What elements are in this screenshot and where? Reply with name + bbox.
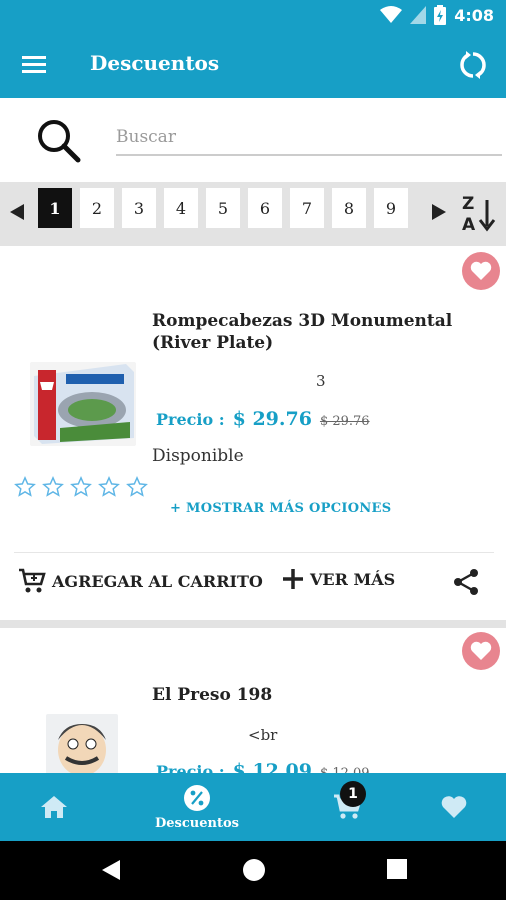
product-image[interactable] <box>46 714 118 774</box>
home-button-icon[interactable] <box>242 858 266 882</box>
add-to-cart-button[interactable]: AGREGAR AL CARRITO <box>18 568 263 594</box>
page-title: Descuentos <box>90 51 220 75</box>
recents-icon[interactable] <box>386 858 408 880</box>
heart-icon <box>470 261 492 280</box>
page-6[interactable]: 6 <box>248 188 282 228</box>
heart-icon <box>441 796 467 818</box>
add-to-cart-label: AGREGAR AL CARRITO <box>52 571 263 591</box>
show-more-options-link[interactable]: + MOSTRAR MÁS OPCIONES <box>170 501 391 516</box>
nav-cart[interactable]: 1 <box>318 773 378 841</box>
battery-icon <box>434 5 447 25</box>
nav-home[interactable] <box>20 773 88 841</box>
page-1[interactable]: 1 <box>38 188 72 228</box>
star-icon[interactable] <box>126 476 148 498</box>
view-more-label: VER MÁS <box>310 569 396 589</box>
page-2[interactable]: 2 <box>80 188 114 228</box>
price-label: Precio : <box>156 410 225 429</box>
page-list: 1 2 3 4 5 6 7 8 9 <box>38 188 408 228</box>
product-title[interactable]: El Preso 198 <box>152 684 492 706</box>
back-icon[interactable] <box>100 858 122 882</box>
rating-stars[interactable] <box>14 476 148 498</box>
wifi-icon <box>380 6 403 23</box>
cart-count-badge: 1 <box>340 781 366 807</box>
star-icon[interactable] <box>98 476 120 498</box>
search-input[interactable] <box>116 120 502 156</box>
availability-status: Disponible <box>152 446 244 466</box>
product-quantity: 3 <box>316 372 326 390</box>
plus-icon <box>283 569 303 589</box>
refresh-icon[interactable] <box>458 50 488 80</box>
price-row: Precio : $ 29.76 $ 29.76 <box>156 408 370 430</box>
status-bar: 4:08 <box>0 0 506 32</box>
page-3[interactable]: 3 <box>122 188 156 228</box>
bottom-navigation: Descuentos 1 <box>0 773 506 841</box>
view-more-button[interactable]: VER MÁS <box>282 568 395 590</box>
prev-page-icon[interactable] <box>6 198 28 226</box>
product-title[interactable]: Rompecabezas 3D Monumental (River Plate) <box>152 310 492 354</box>
old-price: $ 29.76 <box>319 414 370 429</box>
page-4[interactable]: 4 <box>164 188 198 228</box>
next-page-icon[interactable] <box>428 198 450 226</box>
home-icon <box>41 796 67 818</box>
search-icon[interactable] <box>34 116 84 166</box>
sort-za-icon[interactable]: Z A <box>460 192 496 234</box>
app-bar: Descuentos <box>0 32 506 98</box>
product-actions: AGREGAR AL CARRITO VER MÁS <box>14 552 494 610</box>
system-navigation-bar <box>0 841 506 900</box>
search-bar <box>0 98 506 182</box>
product-card: Rompecabezas 3D Monumental (River Plate)… <box>0 246 506 620</box>
page-8[interactable]: 8 <box>332 188 366 228</box>
nav-favorites[interactable] <box>424 773 484 841</box>
clock: 4:08 <box>454 5 494 25</box>
page-5[interactable]: 5 <box>206 188 240 228</box>
add-cart-icon <box>19 568 46 593</box>
star-icon[interactable] <box>70 476 92 498</box>
nav-discounts[interactable]: Descuentos <box>142 773 252 841</box>
pagination-bar: 1 2 3 4 5 6 7 8 9 Z A <box>0 182 506 246</box>
page-9[interactable]: 9 <box>374 188 408 228</box>
svg-text:A: A <box>462 215 476 234</box>
favorite-button[interactable] <box>462 632 500 670</box>
menu-icon[interactable] <box>22 53 48 77</box>
signal-icon <box>410 6 427 24</box>
price: $ 29.76 <box>232 408 312 430</box>
discount-icon <box>184 784 210 811</box>
star-icon[interactable] <box>42 476 64 498</box>
product-card: El Preso 198 <br Precio : $ 12.09 $ 12.0… <box>0 620 506 782</box>
nav-discounts-label: Descuentos <box>155 815 239 831</box>
favorite-button[interactable] <box>462 252 500 290</box>
product-image[interactable] <box>30 362 136 446</box>
svg-text:Z: Z <box>462 194 474 214</box>
share-icon[interactable] <box>452 568 480 596</box>
heart-icon <box>470 641 492 660</box>
star-icon[interactable] <box>14 476 36 498</box>
product-quantity: <br <box>248 726 278 744</box>
page-7[interactable]: 7 <box>290 188 324 228</box>
